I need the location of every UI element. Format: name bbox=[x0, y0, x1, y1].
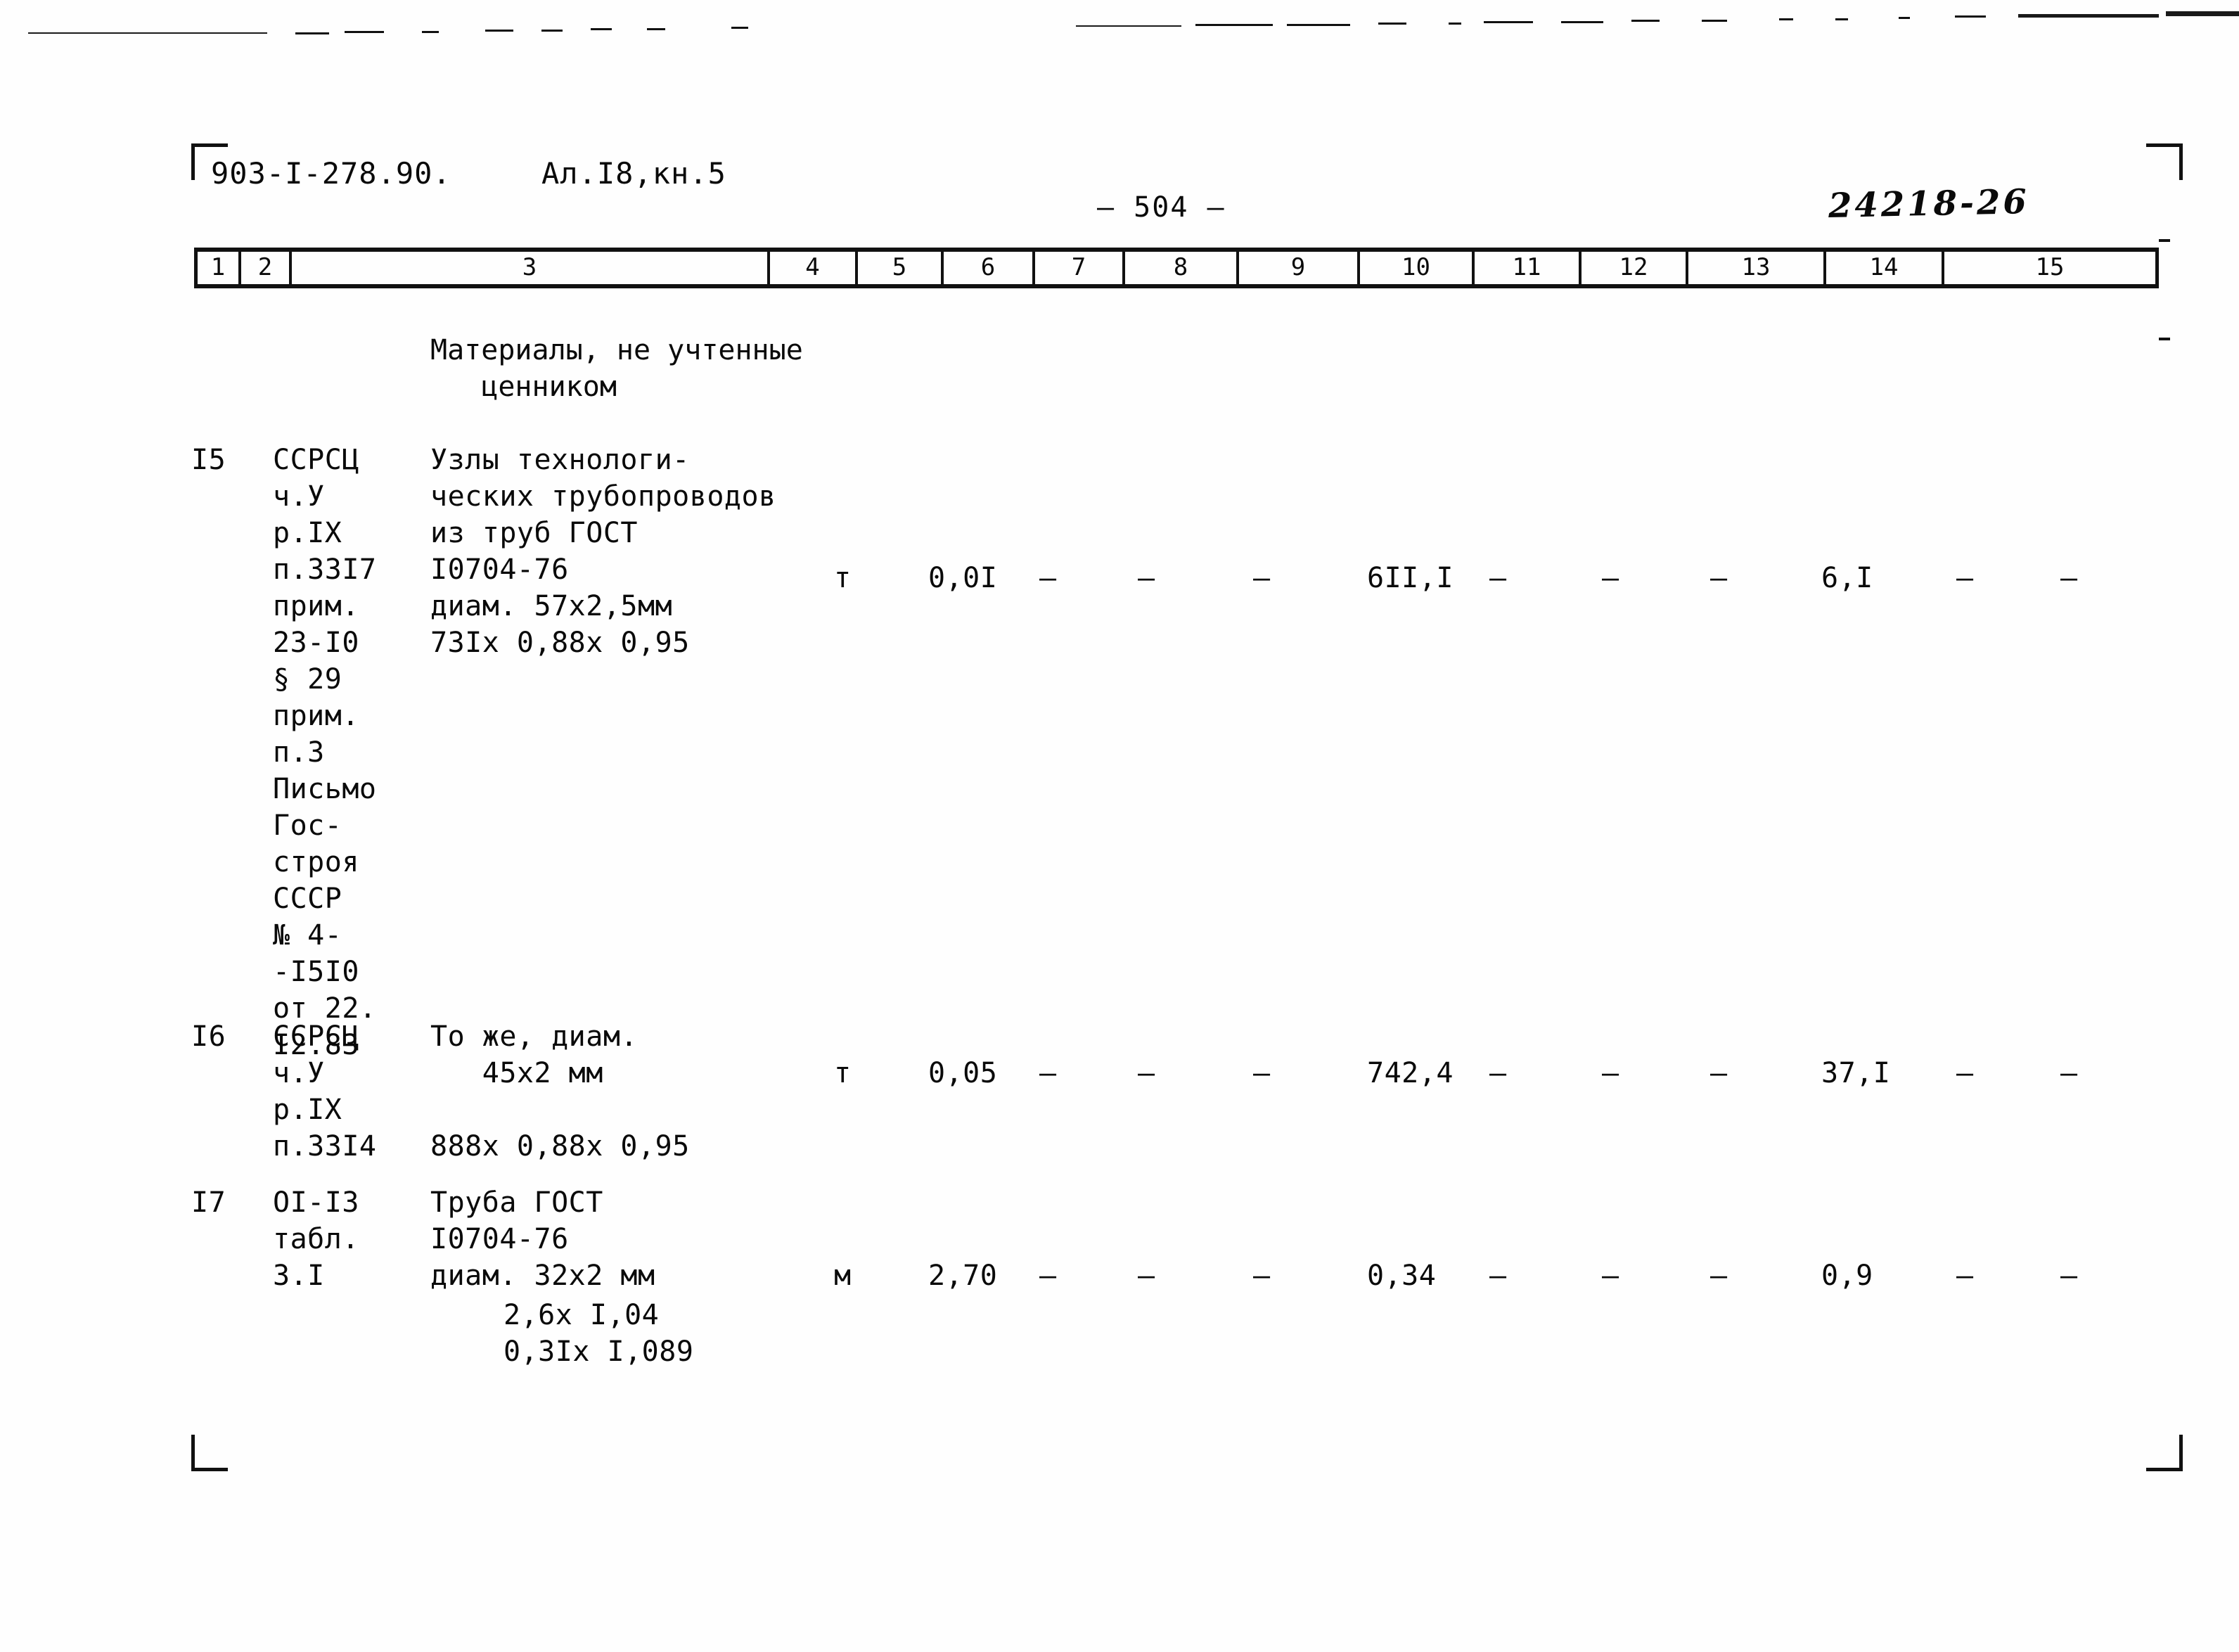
row-col-8: — bbox=[1253, 1057, 1271, 1089]
row-formula: 73Iх 0,88х 0,95 bbox=[430, 627, 690, 659]
row-description: То же, диам. 45х2 мм bbox=[430, 1020, 638, 1089]
column-header-9: 9 bbox=[1239, 252, 1360, 284]
row-col-15: — bbox=[2060, 562, 2078, 594]
row-number: I7 bbox=[191, 1186, 226, 1219]
scan-noise bbox=[295, 32, 329, 34]
crop-mark-bottom-left bbox=[191, 1435, 228, 1471]
column-header-12: 12 bbox=[1582, 252, 1688, 284]
column-header-11: 11 bbox=[1475, 252, 1582, 284]
margin-tick bbox=[2159, 338, 2170, 340]
scan-noise bbox=[1835, 18, 1848, 20]
row-unit: т bbox=[834, 1057, 852, 1089]
row-description: Узлы техноло­ги- ческих трубопроводов из… bbox=[430, 444, 776, 622]
row-formula: 888х 0,88х 0,95 bbox=[430, 1130, 690, 1163]
scan-noise bbox=[1484, 21, 1533, 23]
scan-noise bbox=[422, 31, 439, 33]
row-col-14: — bbox=[1956, 562, 1974, 594]
row-col-11: — bbox=[1602, 562, 1619, 594]
row-col-9: 6II,I bbox=[1367, 562, 1454, 594]
row-description: Труба ГОСТ I0704-76 диам. 32х2 мм bbox=[430, 1186, 655, 1292]
scan-noise bbox=[345, 31, 384, 33]
scan-noise bbox=[647, 28, 665, 30]
row-col-11: — bbox=[1602, 1057, 1619, 1089]
column-header-7: 7 bbox=[1035, 252, 1125, 284]
row-col-13: 37,I bbox=[1821, 1057, 1891, 1089]
scan-noise bbox=[1561, 21, 1603, 23]
row-col-14: — bbox=[1956, 1260, 1974, 1292]
scan-noise bbox=[2018, 14, 2159, 18]
column-header-15: 15 bbox=[2035, 253, 2065, 281]
row-col-5: 0,05 bbox=[928, 1057, 998, 1089]
scan-noise bbox=[541, 30, 563, 32]
row-col-7: — bbox=[1138, 1260, 1155, 1292]
row-col-13: 0,9 bbox=[1821, 1260, 1873, 1292]
row-col-13: 6,I bbox=[1821, 562, 1873, 594]
row-unit: т bbox=[834, 562, 852, 594]
row-code-ref: OI-I3 табл. 3.I bbox=[273, 1186, 359, 1292]
row-col-11: — bbox=[1602, 1260, 1619, 1292]
crop-mark-bottom-right bbox=[2146, 1435, 2183, 1471]
row-col-5: 0,0I bbox=[928, 562, 998, 594]
scan-noise bbox=[1378, 23, 1406, 25]
scan-noise bbox=[591, 28, 612, 30]
scan-noise bbox=[1287, 24, 1350, 26]
scan-noise bbox=[1449, 23, 1461, 25]
row-formula: 2,6х I,04 0,3Iх I,089 bbox=[503, 1299, 694, 1368]
row-col-12: — bbox=[1710, 562, 1728, 594]
scanned-document-page: 903-I-278.90. Ал.I8,кн.5 — 504 — 24218-2… bbox=[0, 0, 2239, 1652]
column-header-2: 2 bbox=[241, 252, 292, 284]
row-col-8: — bbox=[1253, 1260, 1271, 1292]
scan-noise bbox=[2166, 11, 2239, 16]
scan-noise bbox=[1631, 20, 1660, 22]
scan-noise bbox=[1195, 24, 1273, 26]
scan-noise bbox=[485, 30, 513, 32]
scan-noise bbox=[1702, 20, 1727, 22]
row-col-8: — bbox=[1253, 562, 1271, 594]
document-code: 903-I-278.90. bbox=[211, 156, 451, 191]
row-col-15: — bbox=[2060, 1057, 2078, 1089]
row-number: I5 bbox=[191, 444, 226, 476]
column-header-13: 13 bbox=[1688, 252, 1826, 284]
scan-noise bbox=[1779, 18, 1793, 20]
scan-noise bbox=[1955, 15, 1986, 18]
column-header-1: 1 bbox=[198, 252, 241, 284]
column-header-5: 5 bbox=[858, 252, 944, 284]
row-col-10: — bbox=[1489, 562, 1507, 594]
column-header-3: 3 bbox=[292, 252, 770, 284]
row-unit: м bbox=[834, 1260, 852, 1292]
row-col-12: — bbox=[1710, 1057, 1728, 1089]
scan-noise bbox=[1899, 17, 1910, 19]
scan-noise bbox=[1076, 25, 1181, 27]
row-col-6: — bbox=[1039, 562, 1057, 594]
column-number-strip: 1 2 3 4 5 6 7 8 9 10 11 12 13 14 15 bbox=[194, 248, 2159, 288]
column-header-6: 6 bbox=[944, 252, 1035, 284]
row-col-15: — bbox=[2060, 1260, 2078, 1292]
album-reference: Ал.I8,кн.5 bbox=[541, 156, 726, 191]
row-col-12: — bbox=[1710, 1260, 1728, 1292]
scan-noise bbox=[28, 32, 267, 34]
row-col-10: — bbox=[1489, 1260, 1507, 1292]
row-col-7: — bbox=[1138, 562, 1155, 594]
row-col-9: 0,34 bbox=[1367, 1260, 1437, 1292]
page-number: — 504 — bbox=[1097, 191, 1226, 224]
row-col-14: — bbox=[1956, 1057, 1974, 1089]
row-code-ref: ССРСЦ ч.У р.IХ п.33I4 bbox=[273, 1020, 377, 1163]
row-number: I6 bbox=[191, 1020, 226, 1053]
row-col-9: 742,4 bbox=[1367, 1057, 1454, 1089]
scan-noise bbox=[731, 27, 748, 29]
column-header-10: 10 bbox=[1360, 252, 1475, 284]
column-header-8: 8 bbox=[1125, 252, 1239, 284]
row-col-6: — bbox=[1039, 1260, 1057, 1292]
row-col-7: — bbox=[1138, 1057, 1155, 1089]
column-header-14: 14 bbox=[1826, 252, 1944, 284]
column-header-4: 4 bbox=[770, 252, 858, 284]
margin-tick bbox=[2159, 239, 2170, 242]
row-col-10: — bbox=[1489, 1057, 1507, 1089]
row-col-5: 2,70 bbox=[928, 1260, 998, 1292]
row-col-6: — bbox=[1039, 1057, 1057, 1089]
section-title: Материалы, не учтенные ценником bbox=[430, 334, 803, 403]
archive-stamp: 24218-26 bbox=[1828, 182, 2030, 226]
row-code-ref: ССРСЦ ч.У р.IХ п.33I7 прим. 23-I0 § 29 п… bbox=[273, 444, 377, 1061]
crop-mark-top-right bbox=[2146, 143, 2183, 180]
